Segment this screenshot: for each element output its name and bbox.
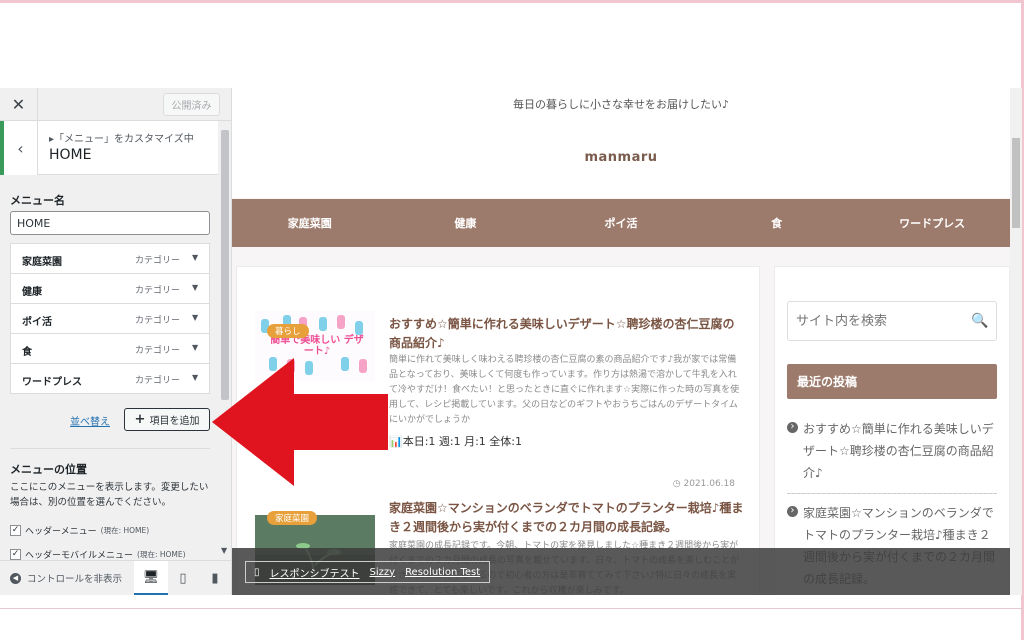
- expand-icon[interactable]: ▼: [192, 313, 198, 322]
- nav-item[interactable]: 家庭菜園: [232, 199, 388, 247]
- menu-item[interactable]: ワードプレス カテゴリー ▼: [10, 363, 210, 394]
- post-excerpt: 簡単に作れて美味しく味わえる聘珍楼の杏仁豆腐の素の商品紹介です♪我が家では常備品…: [389, 355, 740, 425]
- menu-name-input[interactable]: [10, 211, 210, 235]
- breadcrumb: ▸「メニュー」をカスタマイズ中: [49, 134, 194, 145]
- location-label: ヘッダーメニュー: [25, 527, 97, 537]
- thumbnail-caption: 簡単で美味しい デザート♪: [270, 335, 364, 357]
- bar-chart-icon: 📊: [389, 435, 403, 448]
- desktop-preview-icon[interactable]: 🖥: [134, 561, 168, 595]
- menu-item-type: カテゴリー: [135, 346, 181, 356]
- section-title: HOME: [49, 147, 92, 163]
- nav-item[interactable]: ワードプレス: [854, 199, 1010, 247]
- post-date: ◷ 2021.06.18: [673, 479, 735, 489]
- menu-item-type: カテゴリー: [135, 256, 181, 266]
- site-tagline: 毎日の暮らしに小さな幸せをお届けしたい♪: [512, 98, 730, 111]
- mobile-preview-icon[interactable]: ▮: [198, 561, 231, 595]
- red-arrow-annotation: [212, 358, 388, 486]
- post-title[interactable]: 家庭菜園☆マンションのベランダでトマトのプランター栽培♪種まき２週間後から実が付…: [389, 499, 744, 537]
- screen: ✕ 公開済み ‹ ▸「メニュー」をカスタマイズ中 HOME ▼ メニュー名 家庭…: [0, 0, 1024, 640]
- menu-item-type: カテゴリー: [135, 376, 181, 386]
- back-icon[interactable]: ‹: [0, 121, 38, 175]
- site-logo[interactable]: manmaru: [232, 150, 1010, 165]
- menu-item-label: ポイ活: [22, 317, 52, 328]
- checkbox-icon[interactable]: ✓: [10, 549, 21, 560]
- menu-item[interactable]: 食 カテゴリー ▼: [10, 333, 210, 364]
- collapse-icon: ◀: [10, 572, 21, 584]
- location-checkbox-header[interactable]: ✓ ヘッダーメニュー (現在: HOME): [10, 524, 149, 537]
- expand-icon[interactable]: ▼: [192, 343, 198, 352]
- clock-icon: ◷: [672, 479, 684, 489]
- scroll-down-icon[interactable]: ▼: [221, 546, 227, 555]
- top-border: [0, 0, 1024, 3]
- expand-icon[interactable]: ▼: [192, 283, 198, 292]
- menu-item-list: 家庭菜園 カテゴリー ▼ 健康 カテゴリー ▼ ポイ活 カテゴリー ▼ 食カテゴリー ▼ ワー…: [10, 243, 210, 394]
- search-icon[interactable]: 🔍: [971, 313, 988, 329]
- mobile-icon: ▯: [254, 566, 260, 578]
- add-item-button[interactable]: + 項目を追加: [124, 408, 210, 431]
- divider: [787, 493, 997, 494]
- responsive-test-links: ▯ レスポンシブテスト Sizzy Resolution Test: [245, 561, 490, 583]
- bottom-border: [0, 608, 1024, 609]
- post-title[interactable]: おすすめ☆簡単に作れる美味しいデザート☆聘珍楼の杏仁豆腐の商品紹介♪: [389, 315, 744, 353]
- menu-location-title: メニューの位置: [10, 463, 87, 476]
- site-header: 毎日の暮らしに小さな幸せをお届けしたい♪ manmaru: [232, 88, 1010, 198]
- responsive-test-link[interactable]: レスポンシブテスト: [270, 565, 360, 580]
- menu-item-label: 健康: [22, 287, 42, 298]
- expand-icon[interactable]: ▼: [192, 253, 198, 262]
- nav-item[interactable]: 健康: [388, 199, 544, 247]
- sizzy-link[interactable]: Sizzy: [370, 567, 396, 578]
- category-badge: 家庭菜園: [267, 511, 318, 525]
- location-current: (現在: HOME): [137, 550, 186, 559]
- global-nav: 家庭菜園 健康 ポイ活 食 ワードプレス: [232, 199, 1010, 247]
- recent-post-link[interactable]: おすすめ☆簡単に作れる美味しいデザート☆聘珍楼の杏仁豆腐の商品紹介♪: [787, 418, 997, 484]
- customizer-panel: ✕ 公開済み ‹ ▸「メニュー」をカスタマイズ中 HOME ▼ メニュー名 家庭…: [0, 88, 232, 595]
- publish-button[interactable]: 公開済み: [163, 93, 220, 116]
- menu-item[interactable]: 健康 カテゴリー ▼: [10, 273, 210, 304]
- sidebar: 🔍 最近の投稿 おすすめ☆簡単に作れる美味しいデザート☆聘珍楼の杏仁豆腐の商品紹…: [774, 266, 1010, 595]
- menu-item-label: ワードプレス: [22, 377, 82, 388]
- hide-controls-button[interactable]: ◀ コントロールを非表示: [10, 571, 122, 585]
- add-item-label: 項目を追加: [149, 416, 200, 427]
- customizer-header: ✕ 公開済み: [0, 88, 231, 121]
- resolution-test-link[interactable]: Resolution Test: [405, 567, 480, 578]
- menu-location-desc: ここにこのメニューを表示します。変更したい場合は、別の位置を選んでください。: [10, 482, 209, 508]
- post-date-text: 2021.06.18: [683, 479, 735, 489]
- post-stats: 📊本日:1 週:1 月:1 全体:1: [389, 433, 522, 449]
- search-input[interactable]: [787, 301, 997, 341]
- reorder-link[interactable]: 並べ替え: [70, 413, 110, 428]
- menu-item-type: カテゴリー: [135, 286, 181, 296]
- nav-item[interactable]: ポイ活: [543, 199, 699, 247]
- post-stats-text: 本日:1 週:1 月:1 全体:1: [402, 435, 523, 448]
- customizer-footer: ◀ コントロールを非表示 🖥 ▯ ▮: [0, 560, 231, 595]
- menu-item-label: 家庭菜園: [22, 257, 62, 268]
- menu-item-label: 食: [22, 347, 32, 358]
- menu-item[interactable]: ポイ活 カテゴリー ▼: [10, 303, 210, 334]
- nav-item[interactable]: 食: [699, 199, 855, 247]
- menu-item-type: カテゴリー: [135, 316, 181, 326]
- divider: [10, 448, 210, 449]
- plus-icon: +: [134, 412, 146, 427]
- preview-scrollbar[interactable]: [1010, 88, 1022, 595]
- section-header: ‹ ▸「メニュー」をカスタマイズ中 HOME: [0, 121, 218, 175]
- close-icon[interactable]: ✕: [0, 88, 38, 121]
- responsive-test-bar: ▯ レスポンシブテスト Sizzy Resolution Test: [232, 548, 1010, 595]
- category-badge: 暮らし: [267, 324, 309, 338]
- scrollbar-thumb[interactable]: [1012, 138, 1020, 228]
- menu-name-label: メニュー名: [10, 194, 65, 207]
- site-preview: 毎日の暮らしに小さな幸せをお届けしたい♪ manmaru 家庭菜園 健康 ポイ活…: [232, 88, 1010, 595]
- menu-item[interactable]: 家庭菜園 カテゴリー ▼: [10, 243, 210, 274]
- location-current: (現在: HOME): [100, 526, 150, 535]
- tablet-preview-icon[interactable]: ▯: [166, 561, 200, 595]
- hide-controls-label: コントロールを非表示: [27, 574, 123, 585]
- expand-icon[interactable]: ▼: [192, 373, 198, 382]
- recent-posts-title: 最近の投稿: [787, 364, 997, 399]
- checkbox-icon[interactable]: ✓: [10, 525, 21, 536]
